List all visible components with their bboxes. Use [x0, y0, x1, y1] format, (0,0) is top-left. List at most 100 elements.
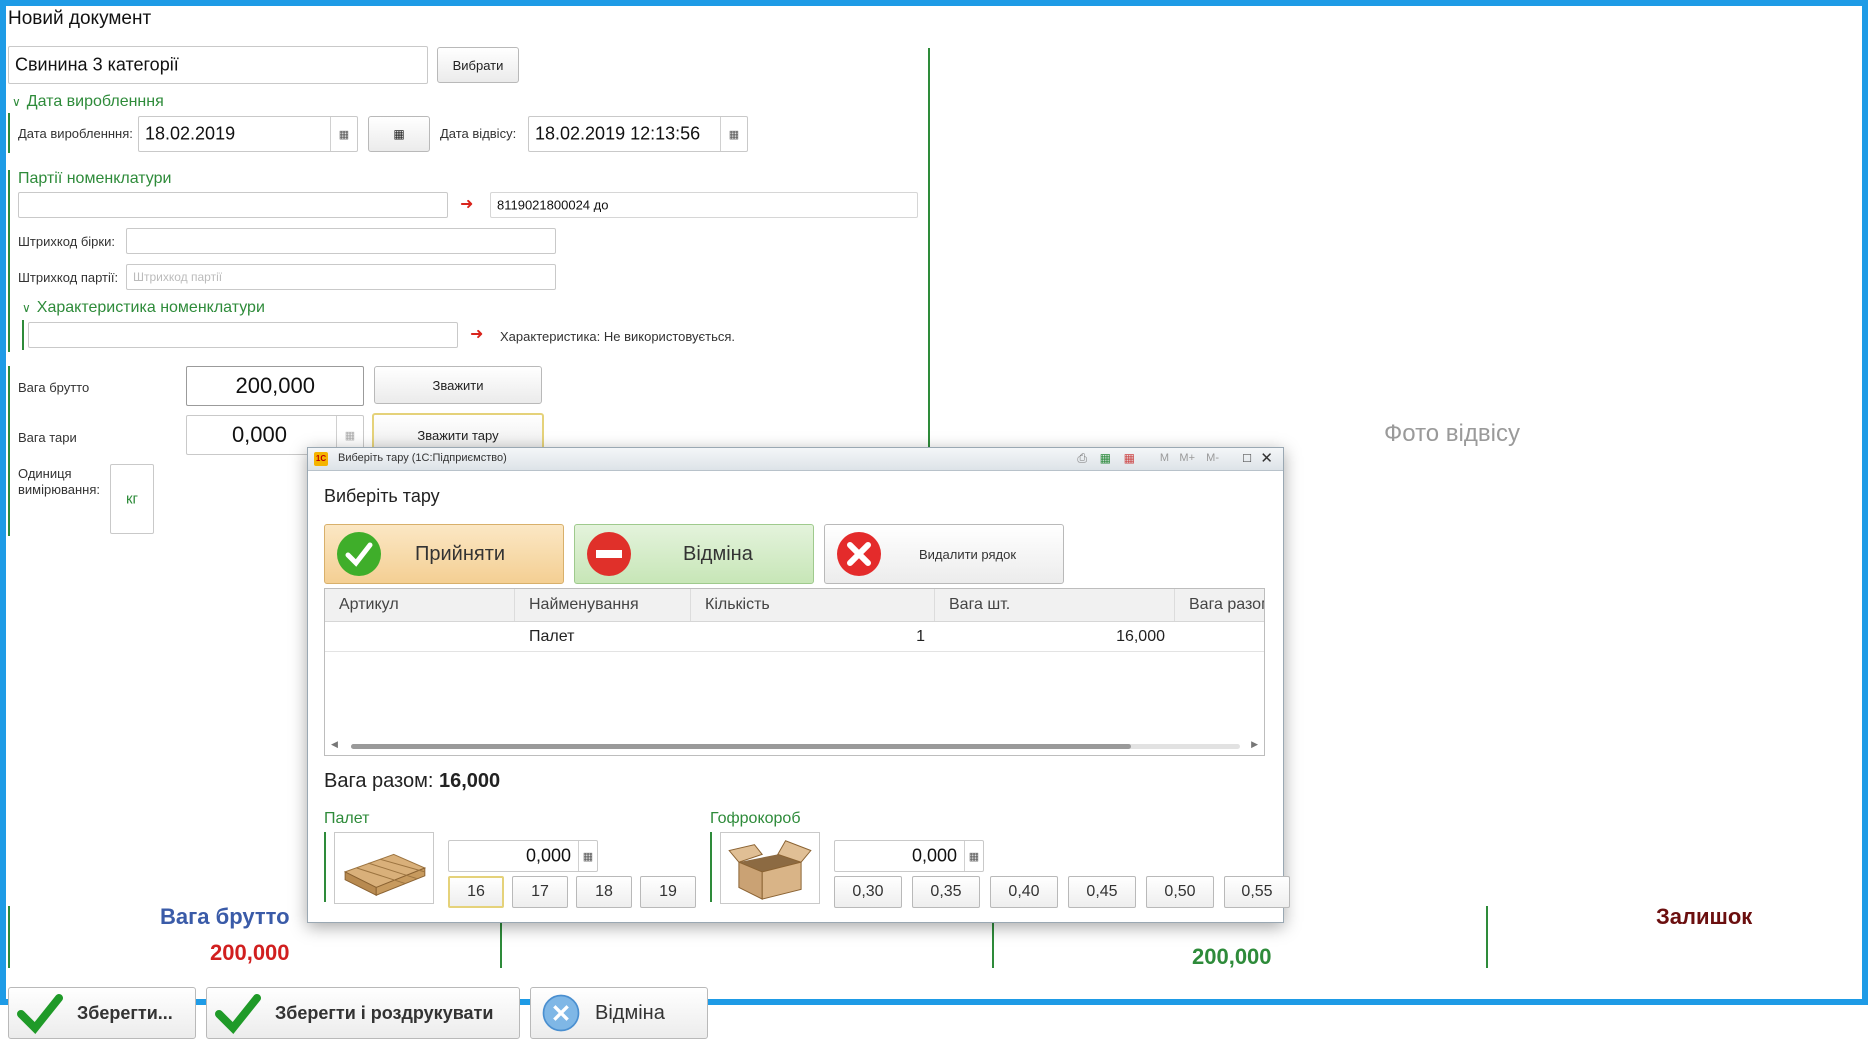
save-button[interactable]: Зберегти... [8, 987, 196, 1039]
tare-weight-label: Вага тари [18, 430, 77, 445]
pallet-title: Палет [324, 810, 370, 827]
characteristic-group[interactable]: ∨ Характеристика номенклатури [22, 299, 265, 317]
box-option-button[interactable]: 0,35 [912, 876, 980, 908]
unit-value: кг [125, 490, 139, 508]
photo-placeholder: Фото відвісу [1384, 420, 1520, 447]
group-line [8, 366, 10, 536]
calendar-icon[interactable]: ▦ [720, 117, 747, 151]
group-line [710, 832, 712, 902]
characteristic-field[interactable] [28, 322, 458, 348]
footer-cancel-button[interactable]: Відміна [530, 987, 708, 1039]
cancel-x-icon [542, 994, 580, 1032]
pallet-option-button[interactable]: 17 [512, 876, 568, 908]
save-icon[interactable]: ⎙ [1077, 451, 1087, 466]
product-field[interactable]: Свинина 3 категорії [8, 46, 428, 84]
unit-field[interactable]: кг [110, 464, 154, 534]
tare-table[interactable]: Артикул Найменування Кількість Вага шт. … [324, 588, 1265, 756]
summary-divider [1486, 906, 1488, 968]
dialog-heading: Виберіть тару [324, 486, 440, 506]
pallet-image[interactable] [334, 832, 434, 904]
box-image[interactable] [720, 832, 820, 904]
pallet-option-button[interactable]: 16 [448, 876, 504, 908]
column-header-quantity[interactable]: Кількість [691, 589, 935, 621]
calendar-button[interactable]: ▦ [368, 116, 430, 152]
check-icon [17, 994, 63, 1034]
save-print-button[interactable]: Зберегти і роздрукувати [206, 987, 520, 1039]
calendar-icon: ▦ [393, 127, 405, 141]
memory-icon[interactable]: M [1160, 452, 1169, 464]
dialog-cancel-button[interactable]: Відміна [574, 524, 814, 584]
characteristic-hint: Характеристика: Не використовується. [500, 329, 735, 344]
batch-barcode-placeholder: Штрихкод партії [133, 270, 223, 284]
pallet-icon [343, 853, 427, 897]
box-title: Гофрокороб [710, 810, 801, 827]
batches-group-title: Партії номенклатури [18, 170, 172, 187]
tag-barcode-label: Штрихкод бірки: [18, 234, 115, 249]
memory-plus-icon[interactable]: M+ [1179, 452, 1195, 464]
weigh-button[interactable]: Зважити [374, 366, 542, 404]
batch-barcode-label: Штрихкод партії: [18, 270, 119, 285]
group-line [22, 320, 24, 350]
box-option-button[interactable]: 0,45 [1068, 876, 1136, 908]
chevron-down-icon: ∨ [22, 301, 31, 315]
scroll-right-icon[interactable]: ▶ [1251, 739, 1258, 750]
accept-label: Прийняти [415, 542, 506, 565]
box-option-button[interactable]: 0,50 [1146, 876, 1214, 908]
box-icon [728, 840, 812, 900]
save-label: Зберегти... [77, 1002, 173, 1023]
column-header-unit-weight[interactable]: Вага шт. [935, 589, 1175, 621]
column-header-name[interactable]: Найменування [515, 589, 691, 621]
pallet-option-button[interactable]: 18 [576, 876, 632, 908]
production-date-field[interactable]: 18.02.2019 ▦ [138, 116, 358, 152]
window-title: Новий документ [8, 8, 152, 29]
production-date-group[interactable]: ∨ Дата виробленння [12, 93, 164, 111]
calculator-icon[interactable]: ▦ [964, 841, 983, 871]
box-quantity-value: 0,000 [911, 845, 957, 866]
characteristic-group-title: Характеристика номенклатури [36, 299, 265, 316]
pallet-quantity-field[interactable]: 0,000 ▦ [448, 840, 598, 872]
weigh-date-field[interactable]: 18.02.2019 12:13:56 ▦ [528, 116, 748, 152]
delete-row-button[interactable]: Видалити рядок [824, 524, 1064, 584]
column-header-article[interactable]: Артикул [325, 589, 515, 621]
horizontal-scrollbar[interactable]: ◀ ▶ [329, 739, 1260, 751]
accept-check-icon [337, 532, 381, 576]
calendar-icon[interactable]: ▦ [1124, 451, 1135, 465]
gross-weight-label: Вага брутто [18, 380, 90, 395]
arrow-right-icon: ➜ [460, 196, 474, 213]
photo-divider [928, 48, 930, 468]
tag-barcode-field[interactable] [126, 228, 556, 254]
total-weight-value: 16,000 [438, 770, 501, 792]
pallet-option-button[interactable]: 19 [640, 876, 696, 908]
choose-tare-dialog: 1C Виберіть тару (1С:Підприємство) ⎙ ▦ ▦… [307, 447, 1290, 923]
delete-x-icon [837, 532, 881, 576]
table-icon[interactable]: ▦ [1100, 451, 1111, 465]
gross-weight-field[interactable]: 200,000 [186, 366, 364, 406]
dialog-cancel-label: Відміна [683, 542, 753, 565]
scroll-left-icon[interactable]: ◀ [331, 739, 338, 750]
summary-remainder-title: Залишок [1656, 904, 1753, 929]
column-header-total-weight[interactable]: Вага разом [1175, 589, 1264, 621]
maximize-icon[interactable]: □ [1243, 450, 1251, 465]
box-option-button[interactable]: 0,55 [1224, 876, 1290, 908]
box-option-button[interactable]: 0,30 [834, 876, 902, 908]
cell-unit-weight: 16,000 [1116, 628, 1165, 645]
cell-name: Палет [529, 628, 575, 645]
scrollbar-thumb[interactable] [351, 744, 1131, 749]
arrow-right-icon: ➜ [470, 326, 484, 343]
batch-field[interactable] [18, 192, 448, 218]
memory-minus-icon[interactable]: M- [1206, 452, 1219, 464]
total-weight-label: Вага разом: [324, 770, 434, 792]
accept-button[interactable]: Прийняти [324, 524, 564, 584]
box-option-button[interactable]: 0,40 [990, 876, 1058, 908]
batch-barcode-field[interactable]: Штрихкод партії [126, 264, 556, 290]
check-icon [215, 994, 261, 1034]
document-window: Новий документ Свинина 3 категорії Вибра… [0, 0, 1868, 1039]
table-row[interactable]: Палет 1 16,000 [325, 622, 1264, 652]
box-quantity-field[interactable]: 0,000 ▦ [834, 840, 984, 872]
summary-net-value: 200,000 [1192, 944, 1272, 969]
calculator-icon[interactable]: ▦ [578, 841, 597, 871]
pallet-quantity-value: 0,000 [525, 845, 571, 866]
calendar-icon[interactable]: ▦ [330, 117, 357, 151]
choose-button[interactable]: Вибрати [437, 47, 519, 83]
close-icon[interactable]: ✕ [1260, 449, 1273, 467]
